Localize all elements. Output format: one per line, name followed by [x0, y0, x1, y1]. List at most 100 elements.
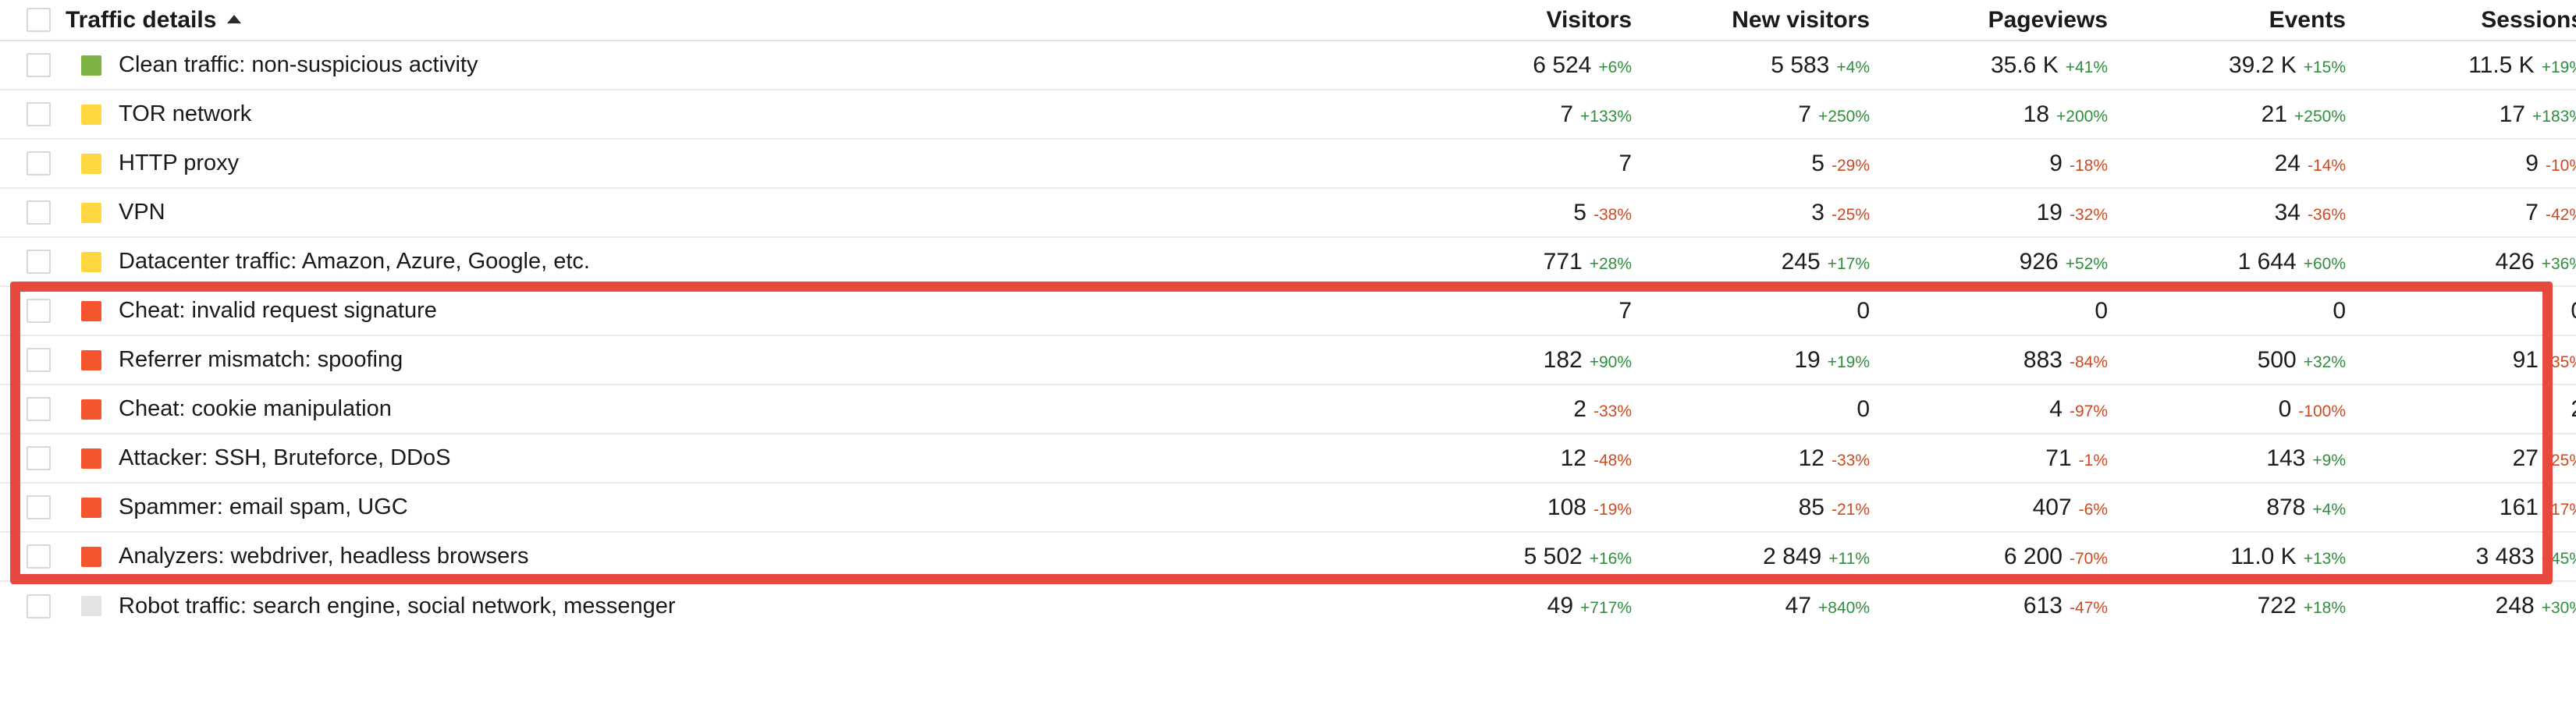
metric-value: 7 [1618, 297, 1632, 324]
metric-delta: -1% [2078, 451, 2108, 470]
metric-delta: -10% [2545, 156, 2576, 175]
metric-delta: +250% [2294, 107, 2346, 126]
metric-cell-visitors: 7 [1416, 139, 1654, 189]
metric-delta: +9% [2312, 451, 2346, 470]
table-row[interactable]: Spammer: email spam, UGC 108 -19% 85 -21% 407… [0, 483, 2576, 533]
table-row[interactable]: Attacker: SSH, Bruteforce, DDoS 12 -48% 12-… [0, 434, 2576, 484]
metric-delta: +19% [1827, 353, 1870, 371]
row-select-cell [0, 385, 66, 434]
column-header-sessions[interactable]: Sessions [2368, 0, 2576, 41]
metric-delta: -33% [1831, 451, 1870, 470]
column-header-visitors[interactable]: Visitors [1416, 0, 1654, 41]
category-color-swatch-icon [81, 497, 101, 518]
row-checkbox[interactable] [27, 250, 51, 274]
metric-value: 722 [2257, 593, 2297, 618]
row-checkbox[interactable] [27, 102, 51, 126]
metric-value: 2 [2571, 396, 2576, 422]
metric-cell-visitors: 108 -19% [1416, 483, 1654, 533]
column-header-pageviews[interactable]: Pageviews [1892, 0, 2130, 41]
traffic-category-cell: Cheat: invalid request signature [66, 286, 1416, 336]
table-row[interactable]: TOR network 7 +133% 7 +250% 18 +200% 21 +250% 17 +… [0, 90, 2576, 140]
metric-value: 5 [1573, 199, 1586, 225]
metric-cell-pageviews: 18 +200% [1892, 90, 2130, 140]
metric-value: 21 [2261, 101, 2288, 127]
row-select-cell [0, 335, 66, 385]
metric-delta: +52% [2065, 254, 2108, 273]
traffic-category-cell: Referrer mismatch: spoofing [66, 335, 1416, 385]
metric-cell-new-visitors: 19 +19% [1654, 335, 1892, 385]
row-checkbox[interactable] [27, 53, 51, 77]
metric-value: 6 524 [1533, 51, 1592, 78]
metric-value: 926 [2019, 248, 2059, 275]
metric-value: 11.0 K [2230, 543, 2297, 569]
metric-cell-visitors: 7 [1416, 286, 1654, 336]
table-row[interactable]: Cheat: cookie manipulation 2 -33% 0 4 -97% 0 -1… [0, 385, 2576, 434]
table-row[interactable]: Analyzers: webdriver, headless browsers 5… [0, 532, 2576, 582]
table-row[interactable]: VPN 5 -38% 3 -25% 19 -32% 34 -36% 7 -42% [0, 188, 2576, 238]
metric-cell-pageviews: 19 -32% [1892, 188, 2130, 238]
select-all-checkbox[interactable] [27, 8, 51, 32]
metric-delta: +41% [2065, 58, 2108, 76]
column-header-events[interactable]: Events [2130, 0, 2368, 41]
metric-delta: -100% [2298, 402, 2346, 420]
metric-cell-sessions: 27 -25% [2368, 434, 2576, 484]
row-checkbox[interactable] [27, 446, 51, 470]
metric-cell-events: 1 644 +60% [2130, 237, 2368, 287]
metric-value: 47 [1785, 593, 1812, 618]
metric-value: 878 [2266, 494, 2306, 520]
metric-cell-visitors: 5 -38% [1416, 188, 1654, 238]
metric-delta: +60% [2303, 254, 2346, 273]
metric-cell-visitors: 2 -33% [1416, 385, 1654, 434]
table-row[interactable]: HTTP proxy 7 5 -29% 9 -18% 24 -14% 9 -10% [0, 139, 2576, 189]
metric-value: 24 [2274, 150, 2301, 176]
category-color-swatch-icon [81, 251, 101, 272]
row-select-cell [0, 90, 66, 140]
row-checkbox[interactable] [27, 200, 51, 225]
column-header-new-visitors[interactable]: New visitors [1654, 0, 1892, 41]
table-row[interactable]: Robot traffic: search engine, social net… [0, 581, 2576, 630]
column-header-traffic-details[interactable]: Traffic details [66, 0, 1416, 41]
metric-value: 27 [2512, 445, 2539, 471]
metric-value: 71 [2045, 445, 2072, 471]
row-checkbox[interactable] [27, 348, 51, 372]
table-row[interactable]: Cheat: invalid request signature 7 0 0 0 0 [0, 286, 2576, 336]
category-color-swatch-icon [81, 596, 101, 616]
table-row[interactable]: Referrer mismatch: spoofing 182 +90% 19 +19%… [0, 335, 2576, 385]
table-row[interactable]: Clean traffic: non-suspicious activity 6 … [0, 41, 2576, 90]
row-checkbox[interactable] [27, 151, 51, 175]
row-checkbox[interactable] [27, 594, 51, 618]
metric-delta: +4% [1836, 58, 1870, 76]
metric-cell-events: 21 +250% [2130, 90, 2368, 140]
metric-cell-pageviews: 71 -1% [1892, 434, 2130, 484]
metric-value: 3 483 [2475, 543, 2535, 569]
traffic-category-label: TOR network [119, 101, 252, 126]
metric-value: 11.5 K [2468, 51, 2535, 78]
metric-cell-sessions: 17 +183% [2368, 90, 2576, 140]
metric-delta: +45% [2541, 549, 2576, 568]
metric-cell-new-visitors: 0 [1654, 385, 1892, 434]
traffic-category-cell: Cheat: cookie manipulation [66, 385, 1416, 434]
table-row[interactable]: Datacenter traffic: Amazon, Azure, Googl… [0, 237, 2576, 287]
metric-value: 1 644 [2237, 248, 2297, 275]
metric-value: 0 [1856, 297, 1870, 324]
row-select-cell [0, 286, 66, 336]
metric-value: 245 [1781, 248, 1821, 275]
row-checkbox[interactable] [27, 397, 51, 421]
row-checkbox[interactable] [27, 495, 51, 519]
metric-value: 18 [2023, 101, 2050, 127]
metric-value: 0 [2571, 298, 2576, 324]
row-checkbox[interactable] [27, 299, 51, 323]
traffic-category-label: HTTP proxy [119, 151, 240, 175]
traffic-category-cell: Analyzers: webdriver, headless browsers [66, 532, 1416, 582]
row-checkbox[interactable] [27, 544, 51, 569]
metric-delta: -38% [1593, 205, 1632, 224]
metric-delta: -70% [2069, 549, 2108, 568]
metric-delta: +36% [2541, 254, 2576, 273]
metric-value: 7 [1798, 101, 1812, 127]
metric-delta: -48% [1593, 451, 1632, 470]
metric-value: 9 [2049, 150, 2063, 176]
metric-delta: -32% [2069, 205, 2108, 224]
metric-cell-sessions: 2 [2368, 385, 2576, 434]
traffic-category-label: Clean traffic: non-suspicious activity [119, 52, 478, 77]
row-select-cell [0, 41, 66, 90]
